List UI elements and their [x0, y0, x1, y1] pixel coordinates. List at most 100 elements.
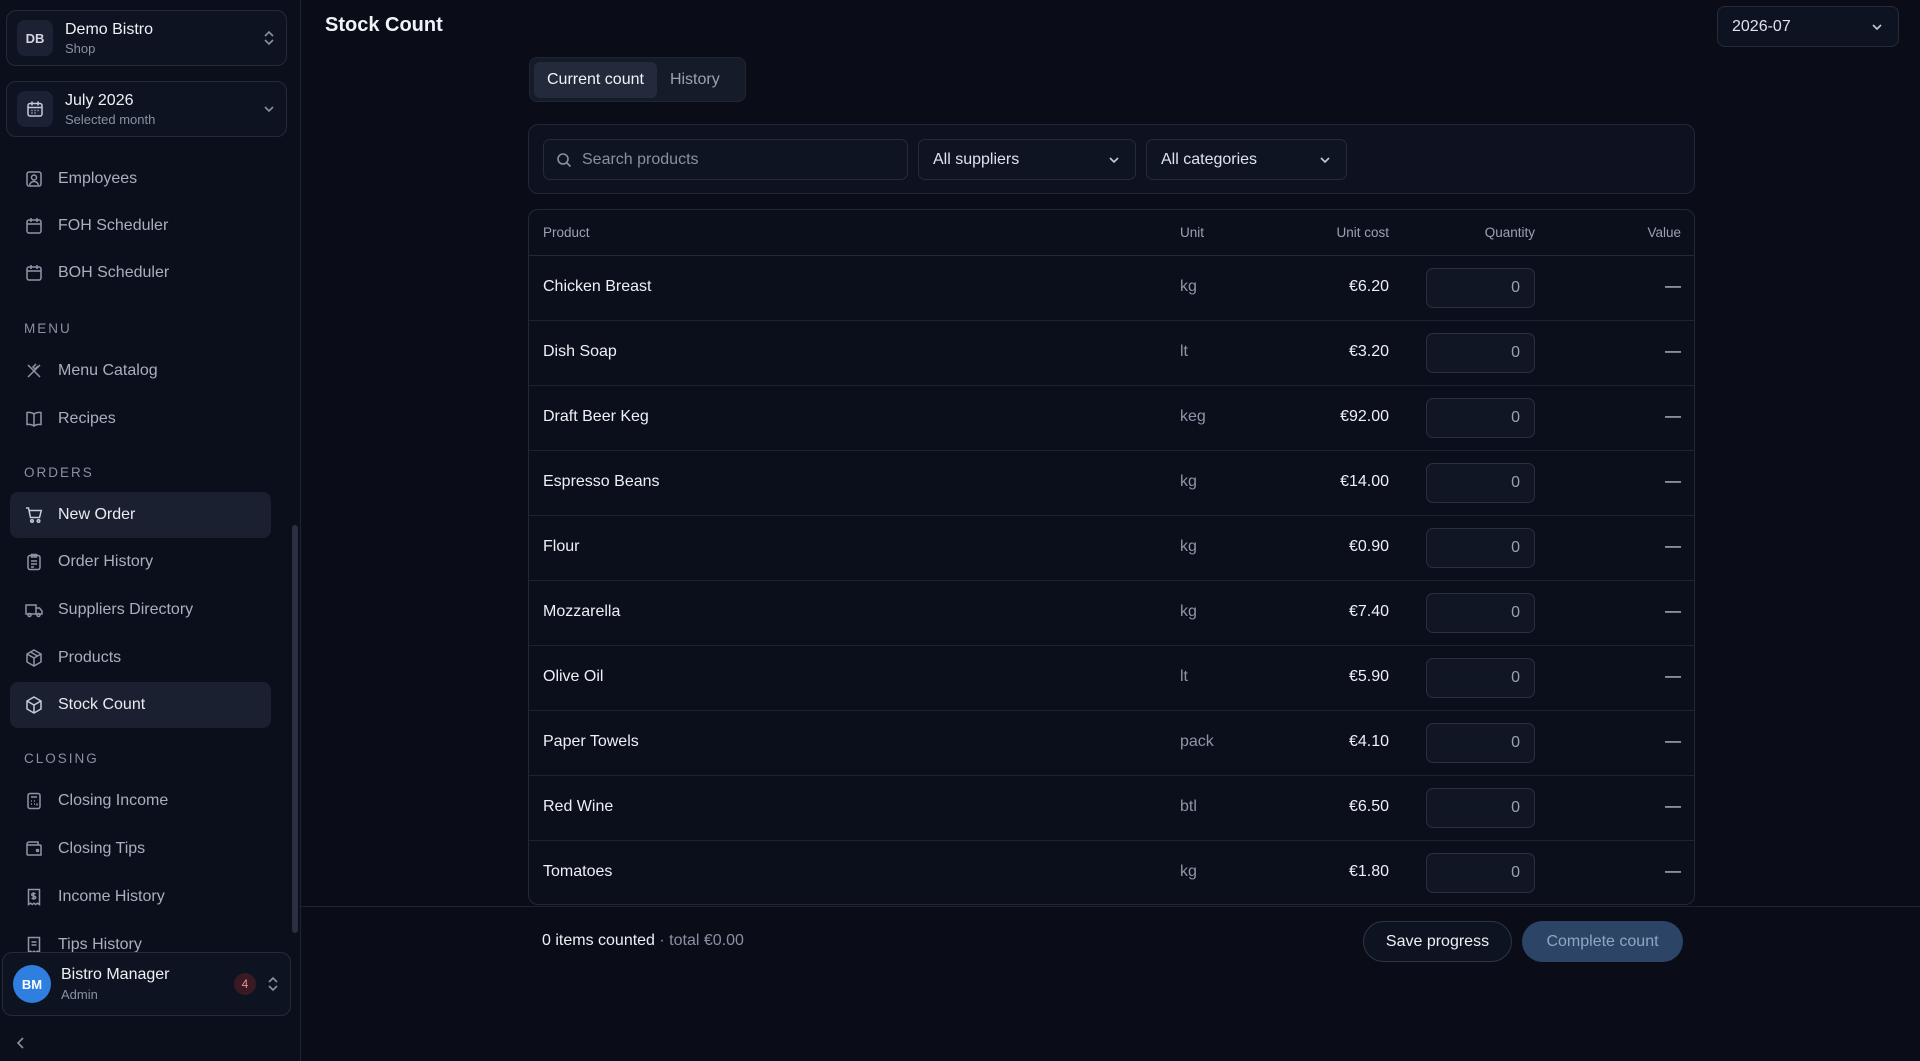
month-selector[interactable]: July 2026 Selected month	[6, 81, 287, 137]
table-row: Mozzarella kg €7.40 —	[529, 581, 1694, 646]
quantity-input[interactable]	[1426, 528, 1535, 568]
product-name: Olive Oil	[543, 668, 604, 685]
product-unit: lt	[1180, 343, 1188, 360]
sidebar-scrollbar[interactable]	[292, 525, 298, 933]
month-selector-label: July 2026	[65, 91, 134, 109]
month-picker-value: 2026-07	[1732, 17, 1791, 35]
table-row: Chicken Breast kg €6.20 —	[529, 256, 1694, 321]
quantity-input[interactable]	[1426, 658, 1535, 698]
count-total: · total €0.00	[659, 932, 744, 949]
column-header-product[interactable]: Product	[543, 225, 590, 240]
sidebar-item-menu-catalog[interactable]: Menu Catalog	[10, 348, 271, 394]
product-name: Mozzarella	[543, 603, 621, 620]
column-header-quantity[interactable]: Quantity	[1485, 225, 1535, 240]
save-progress-button[interactable]: Save progress	[1363, 921, 1512, 962]
sidebar-item-label: Menu Catalog	[58, 362, 158, 379]
search-input[interactable]	[582, 150, 882, 169]
table-row: Paper Towels pack €4.10 —	[529, 711, 1694, 776]
filter-bar: All suppliers All categories	[528, 124, 1695, 194]
quantity-input[interactable]	[1426, 268, 1535, 308]
product-name: Tomatoes	[543, 863, 613, 880]
quantity-input[interactable]	[1426, 853, 1535, 893]
search-icon	[556, 152, 572, 168]
product-value: —	[1665, 603, 1681, 620]
avatar: BM	[13, 965, 51, 1003]
workspace-switcher[interactable]: DB Demo Bistro Shop	[6, 10, 287, 66]
sidebar-item-closing-income[interactable]: Closing Income	[10, 778, 271, 824]
product-name: Red Wine	[543, 798, 614, 815]
product-name: Flour	[543, 538, 580, 555]
notification-badge[interactable]: 4	[234, 973, 256, 995]
sidebar-item-tips-history[interactable]: Tips History	[10, 922, 271, 952]
footer-divider	[301, 906, 1920, 907]
product-name: Chicken Breast	[543, 278, 652, 295]
clipboard-list-icon	[24, 552, 44, 572]
sidebar-item-new-order[interactable]: New Order	[10, 492, 271, 538]
sidebar-item-order-history[interactable]: Order History	[10, 539, 271, 585]
quantity-input[interactable]	[1426, 463, 1535, 503]
product-unit: keg	[1180, 408, 1206, 425]
sidebar-item-label: Recipes	[58, 410, 116, 427]
tab-history[interactable]: History	[657, 62, 733, 98]
product-unit: kg	[1180, 473, 1197, 490]
chevron-left-icon	[14, 1036, 28, 1050]
sidebar-item-foh-scheduler[interactable]: FOH Scheduler	[10, 203, 271, 249]
quantity-input[interactable]	[1426, 398, 1535, 438]
quantity-input[interactable]	[1426, 593, 1535, 633]
quantity-input[interactable]	[1426, 723, 1535, 763]
product-name: Draft Beer Keg	[543, 408, 649, 425]
user-square-icon	[24, 169, 44, 189]
complete-count-button[interactable]: Complete count	[1522, 921, 1683, 962]
product-unit: lt	[1180, 668, 1188, 685]
sidebar-item-recipes[interactable]: Recipes	[10, 396, 271, 442]
product-unit-cost: €92.00	[1340, 408, 1389, 425]
sidebar-item-label: Suppliers Directory	[58, 601, 194, 618]
category-select[interactable]: All categories	[1146, 139, 1347, 180]
quantity-input[interactable]	[1426, 788, 1535, 828]
sidebar-item-label: Income History	[58, 888, 165, 905]
column-header-unit[interactable]: Unit	[1180, 225, 1204, 240]
table-header: Product Unit Unit cost Quantity Value	[529, 210, 1694, 256]
product-value: —	[1665, 733, 1681, 750]
supplier-select[interactable]: All suppliers	[918, 139, 1136, 180]
sidebar-item-label: BOH Scheduler	[58, 264, 170, 281]
wallet-icon	[24, 839, 44, 859]
sidebar-item-stock-count[interactable]: Stock Count	[10, 682, 271, 728]
chevrons-up-down-icon	[262, 29, 276, 47]
product-unit-cost: €4.10	[1348, 733, 1389, 750]
table-row: Dish Soap lt €3.20 —	[529, 321, 1694, 386]
search-box[interactable]	[543, 139, 908, 180]
product-value: —	[1665, 668, 1681, 685]
stock-table: Product Unit Unit cost Quantity Value Ch…	[528, 209, 1695, 905]
sidebar-item-closing-tips[interactable]: Closing Tips	[10, 826, 271, 872]
receipt-icon	[24, 935, 44, 952]
sidebar-item-employees[interactable]: Employees	[10, 156, 271, 202]
sidebar-item-boh-scheduler[interactable]: BOH Scheduler	[10, 250, 271, 296]
product-value: —	[1665, 538, 1681, 555]
product-unit: kg	[1180, 603, 1197, 620]
product-unit-cost: €7.40	[1348, 603, 1389, 620]
chevron-down-icon	[262, 102, 276, 116]
column-header-value[interactable]: Value	[1647, 225, 1681, 240]
product-unit-cost: €6.50	[1348, 798, 1389, 815]
truck-icon	[24, 600, 44, 620]
month-picker[interactable]: 2026-07	[1717, 6, 1899, 47]
sidebar-item-income-history[interactable]: Income History	[10, 874, 271, 920]
count-summary: 0 items counted · total €0.00	[542, 932, 744, 950]
quantity-input[interactable]	[1426, 333, 1535, 373]
package-icon	[24, 695, 44, 715]
sidebar-item-suppliers-directory[interactable]: Suppliers Directory	[10, 587, 271, 633]
page-title: Stock Count	[325, 14, 443, 36]
product-unit-cost: €14.00	[1340, 473, 1389, 490]
tab-current-count[interactable]: Current count	[534, 61, 657, 98]
sidebar-item-label: Closing Income	[58, 792, 169, 809]
collapse-sidebar-button[interactable]	[14, 1036, 28, 1050]
product-name: Espresso Beans	[543, 473, 660, 490]
sidebar-item-products[interactable]: Products	[10, 635, 271, 681]
column-header-unit-cost[interactable]: Unit cost	[1336, 225, 1389, 240]
user-menu[interactable]: BM Bistro Manager Admin 4	[2, 952, 291, 1016]
sidebar-item-label: Closing Tips	[58, 840, 146, 857]
sidebar-item-label: Tips History	[58, 936, 142, 952]
product-value: —	[1665, 798, 1681, 815]
tab-bar: Current count History	[529, 57, 746, 102]
